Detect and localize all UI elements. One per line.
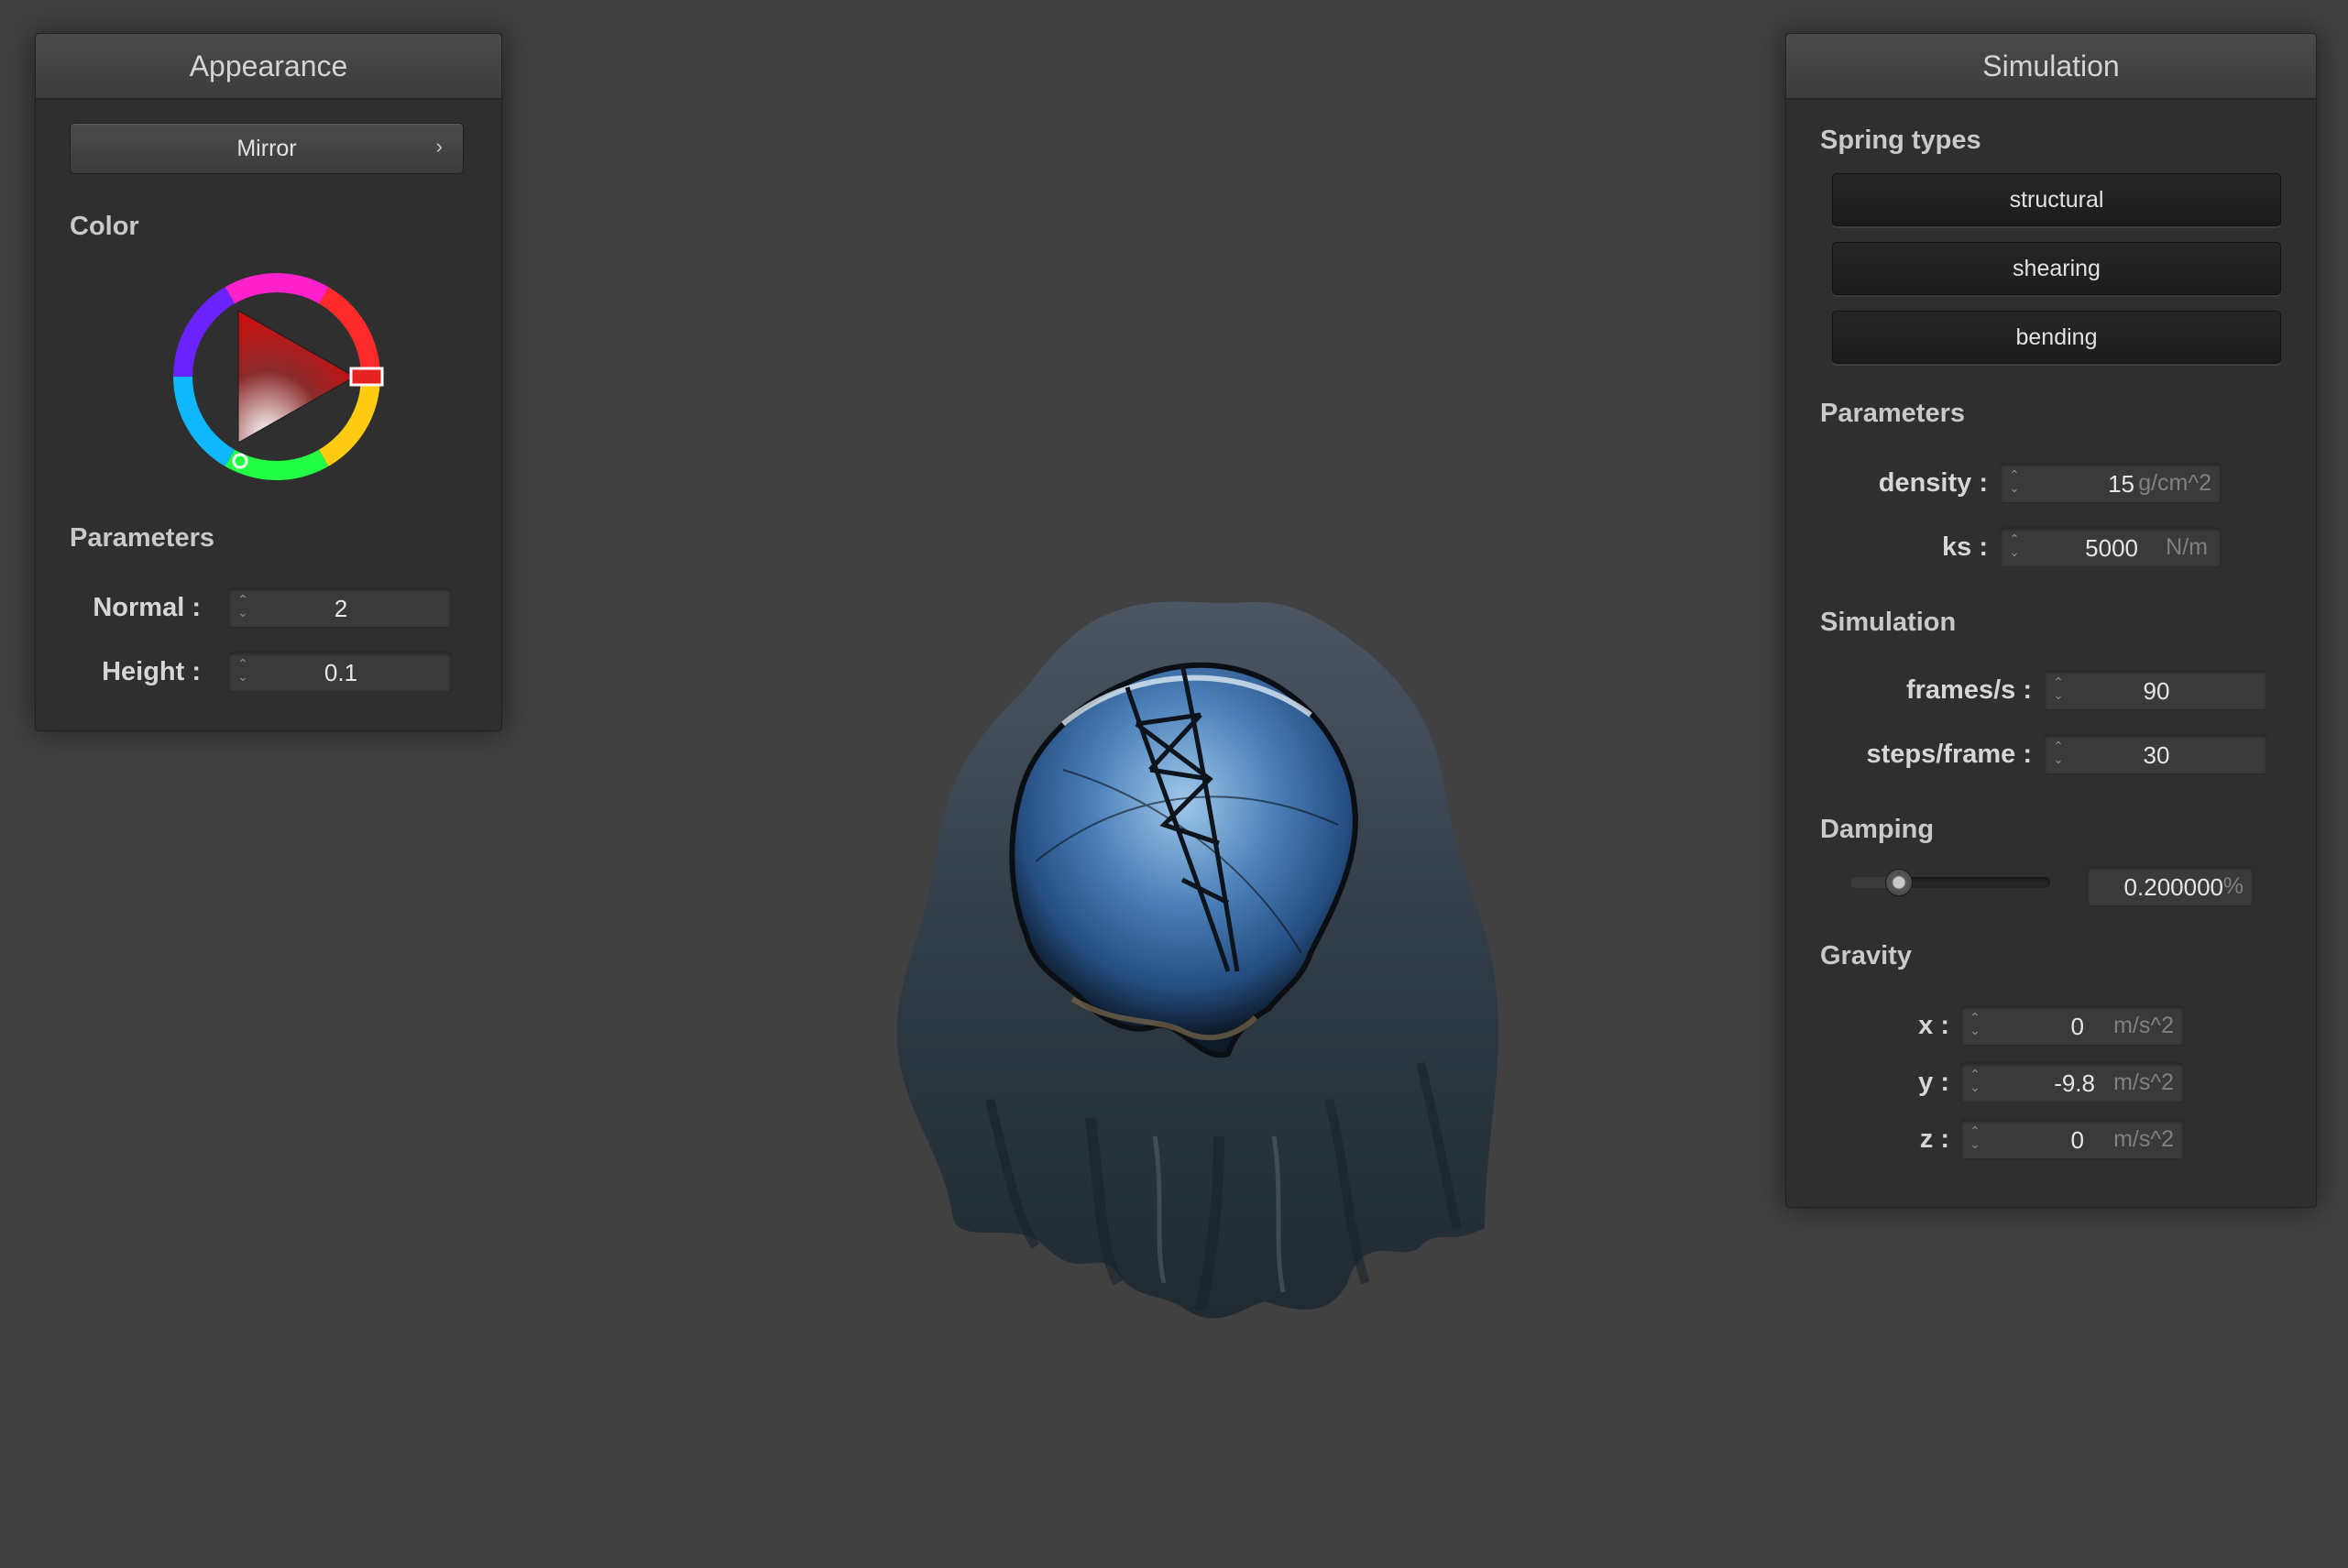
shearing-label: shearing [2013,255,2101,281]
spring-types-label: Spring types [1820,126,1981,155]
chevron-right-icon: › [435,135,443,158]
steps-label: steps/frame : [1866,740,2032,769]
gravity-y-input[interactable]: ⌃ ⌄ -9.8 m/s^2 [1960,1062,2184,1102]
ks-input[interactable]: ⌃ ⌄ 5000 N/m [2000,527,2222,567]
simulation-panel: Simulation Spring types structural shear… [1785,33,2317,1208]
sim-simulation-label: Simulation [1820,608,1957,637]
density-label: density : [1878,468,1988,498]
gravity-z-unit: m/s^2 [2113,1126,2174,1152]
density-unit: g/cm^2 [2138,470,2211,496]
mirror-cloth-render[interactable] [852,587,1549,1329]
appearance-panel: Appearance Mirror › Color Parameters Nor… [35,33,502,731]
steps-value: 30 [2143,741,2170,769]
damping-slider-handle[interactable] [1885,869,1913,896]
shader-select-label: Mirror [236,135,297,161]
steps-input[interactable]: ⌃ ⌄ 30 [2044,734,2267,774]
gravity-x-input[interactable]: ⌃ ⌄ 0 m/s^2 [1960,1005,2184,1046]
bending-button[interactable]: bending [1832,311,2281,364]
up-down-arrows-icon[interactable]: ⌃ ⌄ [1969,1068,1981,1097]
height-value: 0.1 [324,659,358,686]
gravity-label: Gravity [1820,941,1912,970]
frames-input[interactable]: ⌃ ⌄ 90 [2044,670,2267,710]
frames-value: 90 [2143,677,2170,705]
simulation-panel-title[interactable]: Simulation [1786,34,2316,100]
hue-selector-handle[interactable] [349,367,384,387]
damping-input[interactable]: 0.200000 % [2087,866,2254,906]
normal-label: Normal : [93,593,201,622]
structural-button[interactable]: structural [1832,173,2281,226]
gravity-z-value: 0 [2070,1126,2084,1154]
ks-label: ks : [1942,532,1988,562]
gravity-x-value: 0 [2070,1013,2084,1040]
appearance-parameters-label: Parameters [70,523,214,553]
ks-value: 5000 [2085,534,2138,562]
gravity-y-value: -9.8 [2054,1069,2095,1097]
frames-label: frames/s : [1905,675,2032,705]
sim-parameters-label: Parameters [1820,399,1965,428]
gravity-z-label: z : [1919,1124,1949,1154]
density-input[interactable]: ⌃ ⌄ 15 g/cm^2 [2000,463,2222,503]
height-input[interactable]: ⌃ ⌄ 0.1 [228,652,452,692]
up-down-arrows-icon[interactable]: ⌃ ⌄ [2008,468,2021,498]
gravity-y-label: y : [1918,1068,1949,1097]
gravity-x-label: x : [1918,1011,1949,1040]
color-wheel[interactable] [167,267,387,487]
shearing-button[interactable]: shearing [1832,242,2281,295]
appearance-panel-title[interactable]: Appearance [36,34,501,100]
normal-value: 2 [334,595,348,622]
gravity-z-input[interactable]: ⌃ ⌄ 0 m/s^2 [1960,1119,2184,1159]
height-label: Height : [102,657,201,686]
bending-label: bending [2015,323,2098,350]
gravity-y-unit: m/s^2 [2113,1069,2174,1095]
shader-select-button[interactable]: Mirror › [70,123,464,174]
up-down-arrows-icon[interactable]: ⌃ ⌄ [1969,1011,1981,1040]
ks-unit: N/m [2166,534,2208,560]
density-value: 15 [2108,470,2134,498]
damping-slider[interactable] [1850,869,2050,896]
up-down-arrows-icon[interactable]: ⌃ ⌄ [2008,532,2021,562]
structural-label: structural [2009,186,2104,213]
color-section-label: Color [70,212,139,241]
normal-input[interactable]: ⌃ ⌄ 2 [228,587,452,628]
damping-value: 0.200000 [2123,873,2223,901]
damping-label: Damping [1820,815,1935,844]
damping-unit: % [2222,873,2244,899]
gravity-x-unit: m/s^2 [2113,1013,2174,1038]
up-down-arrows-icon[interactable]: ⌃ ⌄ [1969,1124,1981,1154]
